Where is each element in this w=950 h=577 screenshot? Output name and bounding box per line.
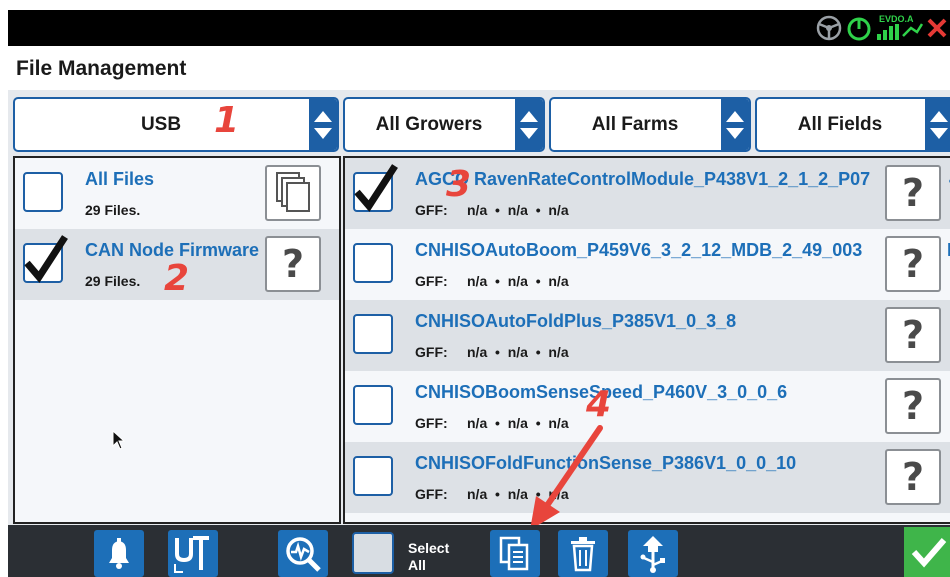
mouse-cursor-icon [112,430,126,450]
annotation-3: 3 [446,164,472,205]
farms-dropdown-label: All Farms [591,113,679,135]
table-row[interactable]: CNHISOFoldFunctionSense_P386V1_0_0_10 GF… [345,442,950,513]
usb-transfer-icon[interactable] [628,530,678,577]
gff-values: n/a • n/a • n/a [467,344,569,360]
help-icon[interactable]: ? [885,449,941,505]
diagnostics-icon[interactable] [278,530,328,577]
source-dropdown[interactable]: USB [13,97,339,152]
gff-label: GFF: [415,344,448,360]
file-name: AGCO RavenRateControlModule_P438V1_2_1_2… [415,169,871,189]
power-status-icon [846,14,872,42]
copy-files-button[interactable] [490,530,540,577]
disconnected-icon [926,14,948,42]
table-row[interactable]: CNHISOAutoBoom_P459V6_3_2_12_MDB_2_49_00… [345,229,950,300]
help-icon[interactable]: ? [885,236,941,292]
annotation-1: 1 [214,100,240,141]
checkmark-icon [24,235,68,283]
copy-files-icon [499,536,529,570]
select-all-label-line1: Select [408,540,450,556]
table-row[interactable]: AGCO RavenRateControlModule_P438V1_2_1_2… [345,158,950,229]
gff-values: n/a • n/a • n/a [467,202,569,218]
gff-label: GFF: [415,486,448,502]
gff-label: GFF: [415,415,448,431]
file-name: CNHISOFoldFunctionSense_P386V1_0_0_10 [415,453,797,473]
cellular-signal-icon: EVDO.A [875,14,923,42]
fields-dropdown-label: All Fields [797,113,883,135]
list-item[interactable]: All Files 29 Files. [15,158,339,229]
file-name: CNHISOAutoFoldPlus_P385V1_0_3_8 [415,311,737,331]
gff-label: GFF: [415,273,448,289]
table-row[interactable]: CNHISOBoomSenseSpeed_P460V_3_0_0_6 GFF: … [345,371,950,442]
trash-icon[interactable] [558,530,608,577]
checkbox[interactable] [353,385,393,425]
list-item-count: 29 Files. [85,202,141,218]
content-area: USB All Growers All Farms All Fields All… [8,90,950,525]
copy-files-icon[interactable] [265,165,321,221]
dropdown-arrows-icon[interactable] [925,99,950,150]
checkbox-checked[interactable] [23,235,68,283]
gff-label: GFF: [415,202,448,218]
status-bar: EVDO.A [8,10,950,46]
checkbox[interactable] [23,172,63,212]
help-icon[interactable]: ? [885,165,941,221]
annotation-2: 2 [164,258,190,299]
title-bar: File Management [8,46,950,90]
checkbox[interactable] [353,243,393,283]
farms-dropdown[interactable]: All Farms [549,97,751,152]
confirm-check-icon[interactable] [904,527,950,577]
ut-icon[interactable] [168,530,218,577]
page-title: File Management [16,57,187,80]
category-list[interactable]: All Files 29 Files. CAN Node Firmware 29… [13,156,341,524]
table-row[interactable]: CNHISOAutoFoldPlus_P385V1_0_3_8 GFF: n/a… [345,300,950,371]
growers-dropdown-label: All Growers [375,113,483,135]
file-name: CNHISOAutoBoom_P459V6_3_2_12_MDB_2_49_00… [415,240,863,260]
checkbox-checked[interactable] [353,164,398,212]
select-all-checkbox[interactable] [352,532,394,574]
list-item-count: 29 Files. [85,273,141,289]
steering-wheel-icon [815,14,843,42]
help-icon[interactable]: ? [885,307,941,363]
fields-dropdown[interactable]: All Fields [755,97,950,152]
file-list[interactable]: AGCO RavenRateControlModule_P438V1_2_1_2… [343,156,950,524]
file-management-screen: EVDO.A File Management USB All Growers A… [8,0,950,577]
gff-values: n/a • n/a • n/a [467,486,569,502]
gff-values: n/a • n/a • n/a [467,415,569,431]
source-dropdown-label: USB [140,113,182,135]
bell-icon[interactable] [94,530,144,577]
checkmark-icon [354,164,398,212]
growers-dropdown[interactable]: All Growers [343,97,545,152]
annotation-4: 4 [586,384,612,425]
select-all-label-line2: All [408,557,426,573]
gff-values: n/a • n/a • n/a [467,273,569,289]
dropdown-arrows-icon[interactable] [309,99,337,150]
dropdown-arrows-icon[interactable] [721,99,749,150]
checkbox[interactable] [353,314,393,354]
checkbox[interactable] [353,456,393,496]
dropdown-arrows-icon[interactable] [515,99,543,150]
help-icon[interactable]: ? [885,378,941,434]
help-icon[interactable]: ? [265,236,321,292]
list-item-name: All Files [85,169,155,189]
bottom-toolbar: Select All [8,525,950,577]
